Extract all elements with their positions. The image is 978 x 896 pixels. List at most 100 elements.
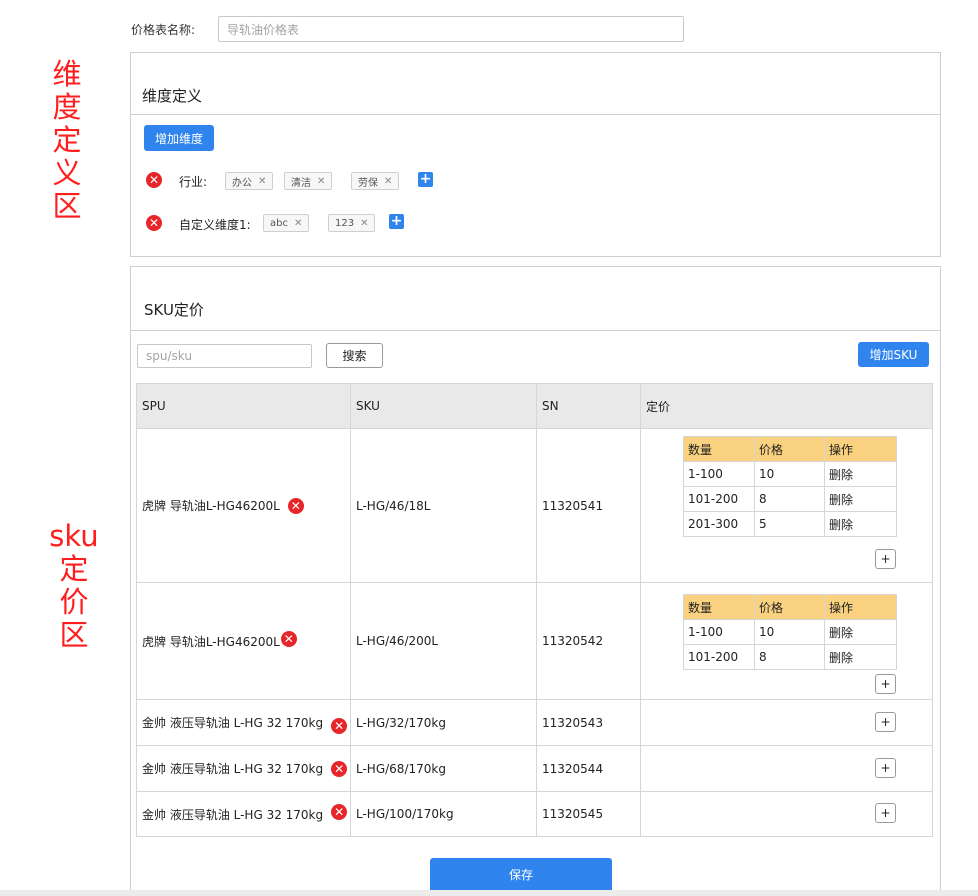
- annotation-char: 区: [59, 618, 89, 652]
- column-header-spu: SPU: [137, 384, 351, 428]
- price-col-price: 价格: [755, 437, 825, 461]
- delete-tier-link[interactable]: 删除: [825, 462, 896, 486]
- remove-dimension-icon[interactable]: ✕: [146, 215, 162, 231]
- price-col-qty: 数量: [684, 437, 755, 461]
- price-col-price: 价格: [755, 595, 825, 619]
- sku-table: SPU SKU SN 定价 虎牌 导轨油L-HG46200L ✕ L-HG/46…: [136, 383, 933, 837]
- spu-name: 金帅 液压导轨油 L-HG 32 170kg: [142, 807, 324, 822]
- price-table-name-placeholder: 导轨油价格表: [227, 22, 300, 37]
- delete-tier-link[interactable]: 删除: [825, 487, 896, 511]
- spu-cell: 金帅 液压导轨油 L-HG 32 170kg ✕: [137, 746, 351, 791]
- add-dimension-button[interactable]: 增加维度: [144, 125, 214, 151]
- delete-tier-link[interactable]: 删除: [825, 620, 896, 644]
- price-col-action: 操作: [829, 442, 854, 457]
- table-row: 金帅 液压导轨油 L-HG 32 170kg ✕ L-HG/68/170kg 1…: [137, 746, 932, 792]
- add-price-tier-button[interactable]: +: [875, 712, 896, 732]
- tag-label: 123: [335, 217, 355, 229]
- delete-tier-link[interactable]: 删除: [825, 645, 896, 669]
- price-table-name-label: 价格表名称:: [131, 23, 196, 37]
- price-tier-row: 101-200 8 删除: [684, 487, 896, 512]
- pricing-cell: 数量 价格 操作 1-100 10 删除 101-200 8 删除 +: [641, 583, 932, 699]
- sn-cell: 11320541: [537, 429, 641, 582]
- bottom-scroll-strip: [0, 890, 978, 896]
- remove-spu-icon[interactable]: ✕: [287, 497, 304, 514]
- dimension-panel-title: 维度定义: [142, 87, 203, 105]
- dimension-tag: abc ✕: [263, 214, 310, 232]
- dimension-area-annotation: 维 度 定 义 区: [48, 58, 86, 223]
- sku-panel-title: SKU定价: [144, 301, 204, 319]
- sku-cell: L-HG/46/200L: [351, 583, 537, 699]
- price-tier-header: 数量 价格 操作: [684, 437, 896, 462]
- pricing-cell: +: [641, 700, 932, 745]
- annotation-char: 度: [52, 90, 82, 124]
- spu-cell: 金帅 液压导轨油 L-HG 32 170kg ✕: [137, 792, 351, 836]
- price-tier-row: 101-200 8 删除: [684, 645, 896, 670]
- annotation-char: 定: [59, 552, 89, 586]
- annotation-char: sku: [49, 519, 99, 553]
- sn-cell: 11320545: [537, 792, 641, 836]
- spu-name: 虎牌 导轨油L-HG46200L: [142, 499, 280, 513]
- spu-cell: 虎牌 导轨油L-HG46200L ✕: [137, 583, 351, 699]
- annotation-char: 价: [59, 585, 89, 619]
- tag-close-icon[interactable]: ✕: [384, 176, 392, 187]
- pricing-cell: +: [641, 792, 932, 836]
- table-row: 虎牌 导轨油L-HG46200L ✕ L-HG/46/18L 11320541 …: [137, 429, 932, 583]
- column-header-pricing: 定价: [646, 399, 671, 414]
- sku-area-annotation: sku 定 价 区: [48, 520, 100, 652]
- remove-spu-icon[interactable]: ✕: [331, 760, 348, 777]
- remove-dimension-icon[interactable]: ✕: [146, 172, 162, 188]
- price-col-qty: 数量: [684, 595, 755, 619]
- remove-spu-icon[interactable]: ✕: [331, 717, 348, 734]
- tier-qty: 1-100: [684, 462, 755, 486]
- dimension-panel-divider: [131, 114, 940, 115]
- add-price-tier-button[interactable]: +: [875, 803, 896, 823]
- tag-close-icon[interactable]: ✕: [294, 218, 302, 229]
- dimension-tag: 办公 ✕: [225, 172, 274, 190]
- spu-name: 金帅 液压导轨油 L-HG 32 170kg: [142, 716, 324, 730]
- add-tag-icon[interactable]: +: [389, 214, 404, 229]
- annotation-char: 维: [52, 57, 82, 91]
- tag-close-icon[interactable]: ✕: [317, 176, 325, 187]
- column-header-sku: SKU: [351, 384, 537, 428]
- tier-price: 8: [755, 487, 825, 511]
- add-tag-icon[interactable]: +: [418, 172, 433, 187]
- sn-cell: 11320544: [537, 746, 641, 791]
- dimension-label: 行业:: [179, 175, 208, 189]
- remove-spu-icon[interactable]: ✕: [331, 804, 348, 820]
- tier-price: 8: [755, 645, 825, 669]
- add-price-tier-button[interactable]: +: [875, 549, 896, 569]
- add-sku-button[interactable]: 增加SKU: [858, 342, 929, 367]
- price-tier-row: 201-300 5 删除: [684, 512, 896, 537]
- annotation-char: 定: [52, 123, 82, 157]
- search-button[interactable]: 搜索: [326, 343, 383, 368]
- spu-name: 金帅 液压导轨油 L-HG 32 170kg: [142, 762, 324, 776]
- delete-tier-link[interactable]: 删除: [825, 512, 896, 536]
- annotation-char: 区: [52, 189, 82, 223]
- sku-table-header: SPU SKU SN 定价: [137, 384, 932, 429]
- price-table-name-input[interactable]: 导轨油价格表: [218, 16, 684, 42]
- tag-close-icon[interactable]: ✕: [258, 176, 266, 187]
- save-button[interactable]: 保存: [430, 858, 612, 890]
- dimension-tag: 清洁 ✕: [284, 172, 333, 190]
- tag-label: abc: [270, 217, 288, 229]
- add-price-tier-button[interactable]: +: [875, 674, 896, 694]
- column-header-sn: SN: [537, 384, 641, 428]
- sku-search-input[interactable]: spu/sku: [137, 344, 312, 368]
- tier-qty: 101-200: [684, 487, 755, 511]
- remove-spu-icon[interactable]: ✕: [280, 631, 297, 647]
- spu-cell: 虎牌 导轨油L-HG46200L ✕: [137, 429, 351, 582]
- spu-cell: 金帅 液压导轨油 L-HG 32 170kg ✕: [137, 700, 351, 745]
- tag-close-icon[interactable]: ✕: [360, 218, 368, 229]
- price-tier-header: 数量 价格 操作: [684, 595, 896, 620]
- table-row: 金帅 液压导轨油 L-HG 32 170kg ✕ L-HG/100/170kg …: [137, 792, 932, 836]
- dimension-label: 自定义维度1:: [179, 218, 251, 232]
- tag-label: 办公: [232, 177, 252, 189]
- tag-label: 清洁: [291, 177, 311, 189]
- tier-qty: 1-100: [684, 620, 755, 644]
- dimension-panel: 维度定义 增加维度 ✕ 行业: 办公 ✕ 清洁 ✕ 劳保 ✕ + ✕ 自定义维度…: [130, 52, 941, 257]
- tier-qty: 101-200: [684, 645, 755, 669]
- sku-cell: L-HG/32/170kg: [351, 700, 537, 745]
- tier-price: 5: [755, 512, 825, 536]
- pricing-cell: 数量 价格 操作 1-100 10 删除 101-200 8 删除 201-30…: [641, 429, 932, 582]
- add-price-tier-button[interactable]: +: [875, 758, 896, 778]
